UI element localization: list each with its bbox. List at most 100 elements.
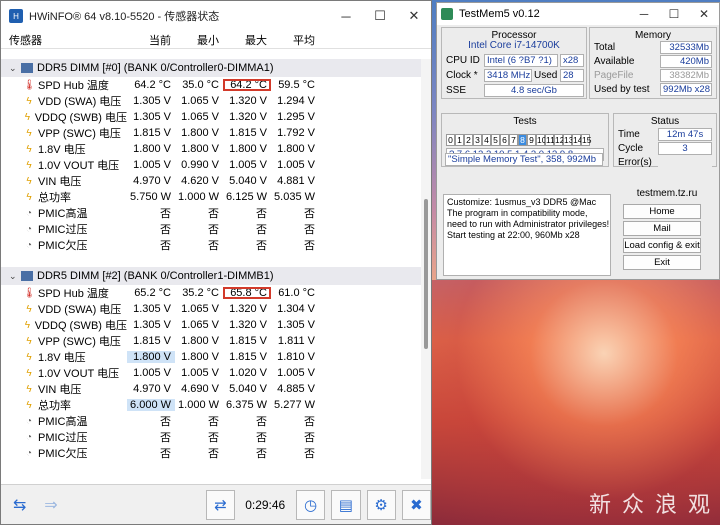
gear-icon[interactable]: ⚙ bbox=[366, 489, 396, 520]
load-config-button[interactable]: Load config & exit bbox=[623, 238, 701, 253]
time-label: Time bbox=[618, 129, 640, 140]
sensor-avg-value: 1.811 V bbox=[277, 335, 315, 347]
sensor-row[interactable]: ϟ 1.0V VOUT 电压 1.005 V 1.005 V 1.020 V 1.005 … bbox=[1, 365, 421, 381]
col-sensor[interactable]: 传感器 bbox=[1, 32, 127, 48]
sensor-row[interactable]: ϟ VDDQ (SWB) 电压 1.305 V 1.065 V 1.320 V 1.305… bbox=[1, 317, 421, 333]
sensor-row[interactable]: ◔ PMIC欠压 否 否 否 否 bbox=[1, 445, 421, 461]
sensor-row[interactable]: ◔ PMIC高温 否 否 否 否 bbox=[1, 413, 421, 429]
col-avg[interactable]: 平均 bbox=[271, 32, 319, 48]
minimize-icon[interactable]: ─ bbox=[329, 9, 363, 24]
cycle-label: Cycle bbox=[618, 143, 644, 154]
home-button[interactable]: Home bbox=[623, 204, 701, 219]
sensor-row[interactable]: ϟ VDD (SWA) 电压 1.305 V 1.065 V 1.320 V 1.294 … bbox=[1, 93, 421, 109]
sensor-row[interactable]: ϟ 1.0V VOUT 电压 1.005 V 0.990 V 1.005 V 1.005 … bbox=[1, 157, 421, 173]
lightning-icon: ϟ bbox=[26, 351, 32, 363]
lightning-icon: ϟ bbox=[26, 143, 32, 155]
close-icon[interactable]: ✕ bbox=[689, 7, 719, 21]
col-current[interactable]: 当前 bbox=[127, 32, 175, 48]
sensor-row[interactable]: ◔ PMIC过压 否 否 否 否 bbox=[1, 221, 421, 237]
exit-button[interactable]: Exit bbox=[623, 255, 701, 270]
maximize-icon[interactable]: ☐ bbox=[363, 8, 397, 24]
sensor-row[interactable]: ◔ PMIC过压 否 否 否 否 bbox=[1, 429, 421, 445]
sensor-row[interactable]: ϟ 总功率 6.000 W 1.000 W 6.375 W 5.277 W bbox=[1, 397, 421, 413]
chevron-down-icon[interactable]: ⌄ bbox=[9, 271, 21, 282]
sensor-name: PMIC高温 bbox=[38, 208, 88, 220]
sensor-row[interactable]: ϟ VPP (SWC) 电压 1.815 V 1.800 V 1.815 V 1.792 … bbox=[1, 125, 421, 141]
clock-value: 3418 MHz bbox=[484, 69, 532, 82]
sensor-row[interactable]: ϟ 总功率 5.750 W 1.000 W 6.125 W 5.035 W bbox=[1, 189, 421, 205]
thermometer-icon: 🌡 bbox=[23, 287, 36, 299]
log-output[interactable]: Customize: 1usmus_v3 DDR5 @Mac The progra… bbox=[443, 194, 611, 276]
sensor-avg-value: 5.277 W bbox=[274, 399, 315, 411]
lightning-icon: ϟ bbox=[26, 399, 32, 411]
sensor-row[interactable]: ϟ VDD (SWA) 电压 1.305 V 1.065 V 1.320 V 1.304 … bbox=[1, 301, 421, 317]
sensor-cur-value: 否 bbox=[160, 208, 171, 220]
sensor-avg-value: 1.800 V bbox=[277, 143, 315, 155]
sensor-max-value: 64.2 °C bbox=[223, 79, 271, 91]
test-cell: 11 bbox=[545, 134, 555, 146]
sensor-name-cell: ϟ VDD (SWA) 电压 bbox=[1, 93, 127, 109]
sensor-avg-value: 4.881 V bbox=[277, 175, 315, 187]
hwinfo-titlebar[interactable]: H HWiNFO® 64 v8.10-5520 - 传感器状态 ─ ☐ ✕ bbox=[1, 1, 431, 31]
sensor-list[interactable]: ⌄ DDR5 DIMM [#0] (BANK 0/Controller0-DIMM… bbox=[1, 59, 421, 479]
sensor-cur-value: 64.2 °C bbox=[134, 79, 171, 91]
network-icon[interactable]: ⇄ bbox=[205, 489, 236, 520]
test-cell: 10 bbox=[536, 134, 547, 146]
sensor-row[interactable]: ◔ PMIC高温 否 否 否 否 bbox=[1, 205, 421, 221]
sensor-name: VIN 电压 bbox=[38, 384, 82, 396]
close-icon[interactable]: ✕ bbox=[397, 8, 431, 24]
col-min[interactable]: 最小 bbox=[175, 32, 223, 48]
scrollbar-thumb[interactable] bbox=[424, 199, 428, 349]
sensor-name: VDDQ (SWB) 电压 bbox=[34, 112, 127, 124]
sensor-row[interactable]: ϟ 1.8V 电压 1.800 V 1.800 V 1.815 V 1.810 V bbox=[1, 349, 421, 365]
errors-value bbox=[658, 156, 712, 169]
report-icon[interactable]: ▤ bbox=[331, 489, 361, 520]
sensor-row[interactable]: 🌡 SPD Hub 温度 65.2 °C 35.2 °C 65.8 °C 61.0 °C bbox=[1, 285, 421, 301]
arrow-right-icon[interactable]: ⇒ bbox=[38, 495, 63, 515]
sensor-max-value: 1.320 V bbox=[229, 303, 267, 315]
sensor-name-cell: ϟ 总功率 bbox=[1, 397, 127, 413]
testmem-titlebar[interactable]: TestMem5 v0.12 ─ ☐ ✕ bbox=[437, 3, 719, 25]
test-cell: 7 bbox=[509, 134, 518, 146]
sensor-group-header[interactable]: ⌄ DDR5 DIMM [#0] (BANK 0/Controller0-DIMM… bbox=[1, 59, 421, 77]
circle-icon: ◔ bbox=[25, 239, 33, 251]
current-test: "Simple Memory Test", 358, 992Mb bbox=[445, 153, 603, 166]
sensor-name-cell: ϟ VPP (SWC) 电压 bbox=[1, 333, 127, 349]
close-x-icon[interactable]: ✖ bbox=[401, 489, 432, 520]
sensor-row[interactable]: ϟ VDDQ (SWB) 电压 1.305 V 1.065 V 1.320 V 1.295… bbox=[1, 109, 421, 125]
chevron-down-icon[interactable]: ⌄ bbox=[9, 63, 21, 74]
sensor-row[interactable]: 🌡 SPD Hub 温度 64.2 °C 35.0 °C 64.2 °C 59.5 °C bbox=[1, 77, 421, 93]
hwinfo-title: HWiNFO® 64 v8.10-5520 - 传感器状态 bbox=[29, 11, 220, 23]
sensor-row[interactable]: ϟ VPP (SWC) 电压 1.815 V 1.800 V 1.815 V 1.811 … bbox=[1, 333, 421, 349]
sensor-row[interactable]: ϟ 1.8V 电压 1.800 V 1.800 V 1.800 V 1.800 V bbox=[1, 141, 421, 157]
sensor-name: 1.0V VOUT 电压 bbox=[38, 368, 120, 380]
maximize-icon[interactable]: ☐ bbox=[659, 7, 689, 21]
log-line: Customize: 1usmus_v3 DDR5 @Mac bbox=[447, 197, 597, 207]
watermark: 新 众 浪 观 bbox=[589, 493, 712, 518]
sensor-cur-value: 6.000 W bbox=[127, 399, 175, 411]
sensor-row[interactable]: ϟ VIN 电压 4.970 V 4.690 V 5.040 V 4.885 V bbox=[1, 381, 421, 397]
sensor-cur-value: 否 bbox=[160, 416, 171, 428]
scrollbar[interactable] bbox=[421, 59, 431, 479]
sensor-max-value: 65.8 °C bbox=[223, 287, 271, 299]
lightning-icon: ϟ bbox=[26, 303, 32, 315]
arrows-left-right-icon[interactable]: ⇆ bbox=[7, 495, 32, 515]
sensor-name-cell: ◔ PMIC过压 bbox=[1, 429, 127, 445]
clock-icon[interactable]: ◷ bbox=[295, 489, 326, 520]
used-by-test-label: Used by test bbox=[594, 84, 650, 95]
sensor-group-header[interactable]: ⌄ DDR5 DIMM [#2] (BANK 0/Controller1-DIMM… bbox=[1, 267, 421, 285]
sensor-avg-value: 4.885 V bbox=[277, 383, 315, 395]
sensor-avg-value: 否 bbox=[304, 432, 315, 444]
sensor-avg-value: 59.5 °C bbox=[278, 79, 315, 91]
sensor-cur-value: 1.305 V bbox=[133, 95, 171, 107]
mail-button[interactable]: Mail bbox=[623, 221, 701, 236]
sensor-max-value: 1.815 V bbox=[229, 127, 267, 139]
lightning-icon: ϟ bbox=[26, 367, 32, 379]
minimize-icon[interactable]: ─ bbox=[629, 7, 659, 21]
col-max[interactable]: 最大 bbox=[223, 32, 271, 48]
test-cell: 15 bbox=[581, 134, 592, 146]
sensor-name: PMIC过压 bbox=[38, 432, 88, 444]
sensor-name: PMIC过压 bbox=[38, 224, 88, 236]
sensor-row[interactable]: ◔ PMIC欠压 否 否 否 否 bbox=[1, 237, 421, 253]
sensor-row[interactable]: ϟ VIN 电压 4.970 V 4.620 V 5.040 V 4.881 V bbox=[1, 173, 421, 189]
